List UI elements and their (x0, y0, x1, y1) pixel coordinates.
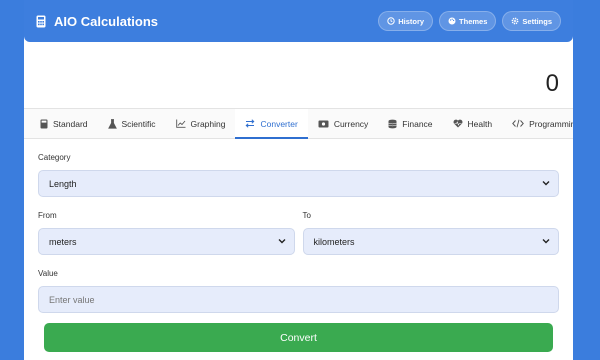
heart-pulse-icon (453, 119, 463, 128)
tab-label: Standard (53, 118, 88, 129)
convert-label: Convert (280, 331, 317, 344)
tab-finance[interactable]: Finance (378, 109, 442, 138)
to-label: To (302, 211, 311, 220)
calculator-icon (40, 119, 48, 129)
flask-icon (107, 118, 117, 129)
value-label: Value (38, 269, 58, 278)
from-unit-select[interactable]: meters (38, 228, 295, 255)
from-unit-value: meters (49, 236, 77, 247)
money-icon (318, 120, 329, 128)
code-icon (512, 119, 524, 128)
app-header: AIO Calculations History Themes Settings (24, 0, 573, 42)
category-label: Category (38, 153, 71, 162)
app-title-group: AIO Calculations (36, 14, 158, 29)
chevron-down-icon (542, 237, 550, 247)
tab-label: Graphing (190, 118, 226, 129)
category-select[interactable]: Length (38, 170, 559, 197)
calculator-icon (36, 15, 46, 28)
tab-label: Currency (333, 118, 369, 129)
tab-label: Converter (260, 118, 298, 129)
themes-label: Themes (459, 16, 488, 26)
mode-tabs: Standard Scientific Graphing Converter C… (24, 108, 573, 139)
app-title: AIO Calculations (54, 13, 159, 29)
tab-converter[interactable]: Converter (235, 109, 309, 139)
tab-label: Scientific (121, 118, 156, 129)
app-window: AIO Calculations History Themes Settings (24, 0, 573, 360)
history-button[interactable]: History (378, 11, 434, 31)
line-chart-icon (175, 119, 186, 128)
header-actions: History Themes Settings (378, 11, 561, 31)
history-icon (387, 17, 395, 25)
tab-label: Health (467, 118, 493, 129)
tab-graphing[interactable]: Graphing (166, 109, 236, 138)
chevron-down-icon (278, 237, 286, 247)
chevron-down-icon (542, 179, 550, 189)
tab-programming[interactable]: Programming (502, 109, 573, 138)
display-value: 0 (545, 70, 559, 97)
to-group: To kilometers (302, 211, 559, 255)
to-unit-value: kilometers (313, 236, 355, 247)
tab-label: Programming (529, 118, 573, 129)
tab-health[interactable]: Health (443, 109, 503, 138)
value-placeholder: Enter value (49, 294, 95, 305)
settings-button[interactable]: Settings (502, 11, 561, 31)
from-label: From (38, 211, 57, 220)
tab-label: Finance (402, 118, 433, 129)
from-group: From meters (38, 211, 295, 255)
category-value: Length (49, 178, 77, 189)
tab-currency[interactable]: Currency (308, 109, 378, 138)
from-to-row: From meters To kilometers (38, 211, 559, 255)
coins-icon (388, 119, 397, 129)
history-label: History (398, 16, 425, 26)
to-unit-select[interactable]: kilometers (302, 228, 559, 255)
swap-arrows-icon (245, 119, 255, 128)
tab-standard[interactable]: Standard (30, 109, 98, 138)
themes-button[interactable]: Themes (439, 11, 497, 31)
convert-button[interactable]: Convert (44, 323, 553, 352)
calculator-display: 0 (24, 42, 573, 108)
converter-panel: Category Length From meters To kilometer… (24, 139, 573, 352)
gear-icon (511, 17, 519, 25)
settings-label: Settings (522, 16, 552, 26)
value-input[interactable]: Enter value (38, 286, 559, 313)
tab-scientific[interactable]: Scientific (98, 109, 166, 138)
palette-icon (448, 17, 456, 25)
